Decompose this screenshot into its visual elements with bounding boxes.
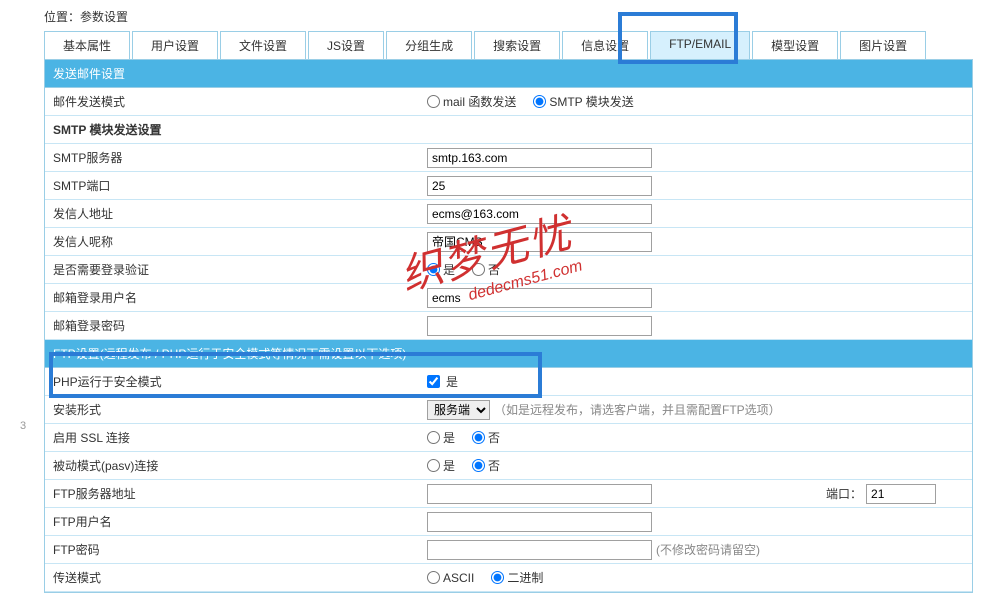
install-type-select[interactable]: 服务端: [427, 400, 490, 420]
breadcrumb: 位置：参数设置: [44, 4, 973, 31]
safe-mode-yes-label: 是: [446, 373, 458, 390]
ssl-label: 启用 SSL 连接: [45, 425, 423, 450]
smtp-server-label: SMTP服务器: [45, 145, 423, 170]
install-type-label: 安装形式: [45, 397, 423, 422]
sender-nick-label: 发信人呢称: [45, 229, 423, 254]
transfer-ascii-radio[interactable]: [427, 571, 440, 584]
mail-mode-func-radio[interactable]: [427, 95, 440, 108]
tab-file[interactable]: 文件设置: [220, 31, 306, 59]
pasv-no-radio[interactable]: [472, 459, 485, 472]
ftp-server-input[interactable]: [427, 484, 652, 504]
tab-js[interactable]: JS设置: [308, 31, 384, 59]
ftp-port-input[interactable]: [866, 484, 936, 504]
smtp-port-label: SMTP端口: [45, 173, 423, 198]
auth-yes-label: 是: [443, 261, 455, 278]
login-user-label: 邮箱登录用户名: [45, 285, 423, 310]
page-number: 3: [20, 420, 26, 432]
install-hint: （如是远程发布，请选客户端，并且需配置FTP选项）: [494, 401, 781, 418]
safe-mode-checkbox[interactable]: [427, 375, 440, 388]
mail-mode-label: 邮件发送模式: [45, 89, 423, 114]
smtp-server-input[interactable]: [427, 148, 652, 168]
smtp-sub-header: SMTP 模块发送设置: [45, 116, 972, 144]
ftp-server-label: FTP服务器地址: [45, 481, 423, 506]
ftp-user-input[interactable]: [427, 512, 652, 532]
transfer-binary-radio[interactable]: [491, 571, 504, 584]
tab-user[interactable]: 用户设置: [132, 31, 218, 59]
tab-info[interactable]: 信息设置: [562, 31, 648, 59]
tab-ftp-email[interactable]: FTP/EMAIL: [650, 31, 750, 59]
transfer-binary-label: 二进制: [507, 569, 543, 586]
tabs-bar: 基本属性 用户设置 文件设置 JS设置 分组生成 搜索设置 信息设置 FTP/E…: [44, 31, 973, 60]
safe-mode-label: PHP运行于安全模式: [45, 369, 423, 394]
ssl-no-radio[interactable]: [472, 431, 485, 444]
ftp-pass-input[interactable]: [427, 540, 652, 560]
tab-search[interactable]: 搜索设置: [474, 31, 560, 59]
mail-mode-smtp-radio[interactable]: [533, 95, 546, 108]
tab-image[interactable]: 图片设置: [840, 31, 926, 59]
ftp-user-label: FTP用户名: [45, 509, 423, 534]
tab-basic[interactable]: 基本属性: [44, 31, 130, 59]
login-user-input[interactable]: [427, 288, 652, 308]
pasv-no-label: 否: [488, 457, 500, 474]
smtp-port-input[interactable]: [427, 176, 652, 196]
tab-model[interactable]: 模型设置: [752, 31, 838, 59]
pasv-label: 被动模式(pasv)连接: [45, 453, 423, 478]
settings-panel: 发送邮件设置 邮件发送模式 mail 函数发送 SMTP 模块发送 SMTP 模…: [44, 60, 973, 593]
mail-mode-smtp-label: SMTP 模块发送: [549, 93, 633, 110]
auth-no-label: 否: [488, 261, 500, 278]
ssl-no-label: 否: [488, 429, 500, 446]
login-pass-input[interactable]: [427, 316, 652, 336]
pasv-yes-radio[interactable]: [427, 459, 440, 472]
pasv-yes-label: 是: [443, 457, 455, 474]
transfer-ascii-label: ASCII: [443, 571, 474, 585]
ftp-pass-label: FTP密码: [45, 537, 423, 562]
tab-group[interactable]: 分组生成: [386, 31, 472, 59]
mail-mode-func-label: mail 函数发送: [443, 93, 516, 110]
transfer-label: 传送模式: [45, 565, 423, 590]
ftp-section-header: FTP设置(远程发布 / PHP运行于安全模式等情况下需设置以下选项): [45, 340, 972, 368]
ssl-yes-label: 是: [443, 429, 455, 446]
ftp-pass-hint: (不修改密码请留空): [656, 541, 760, 558]
auth-yes-radio[interactable]: [427, 263, 440, 276]
sender-addr-input[interactable]: [427, 204, 652, 224]
sender-nick-input[interactable]: [427, 232, 652, 252]
auth-no-radio[interactable]: [472, 263, 485, 276]
need-auth-label: 是否需要登录验证: [45, 257, 423, 282]
sender-addr-label: 发信人地址: [45, 201, 423, 226]
mail-section-header: 发送邮件设置: [45, 60, 972, 88]
ftp-port-label: 端口：: [826, 485, 862, 502]
login-pass-label: 邮箱登录密码: [45, 313, 423, 338]
ssl-yes-radio[interactable]: [427, 431, 440, 444]
